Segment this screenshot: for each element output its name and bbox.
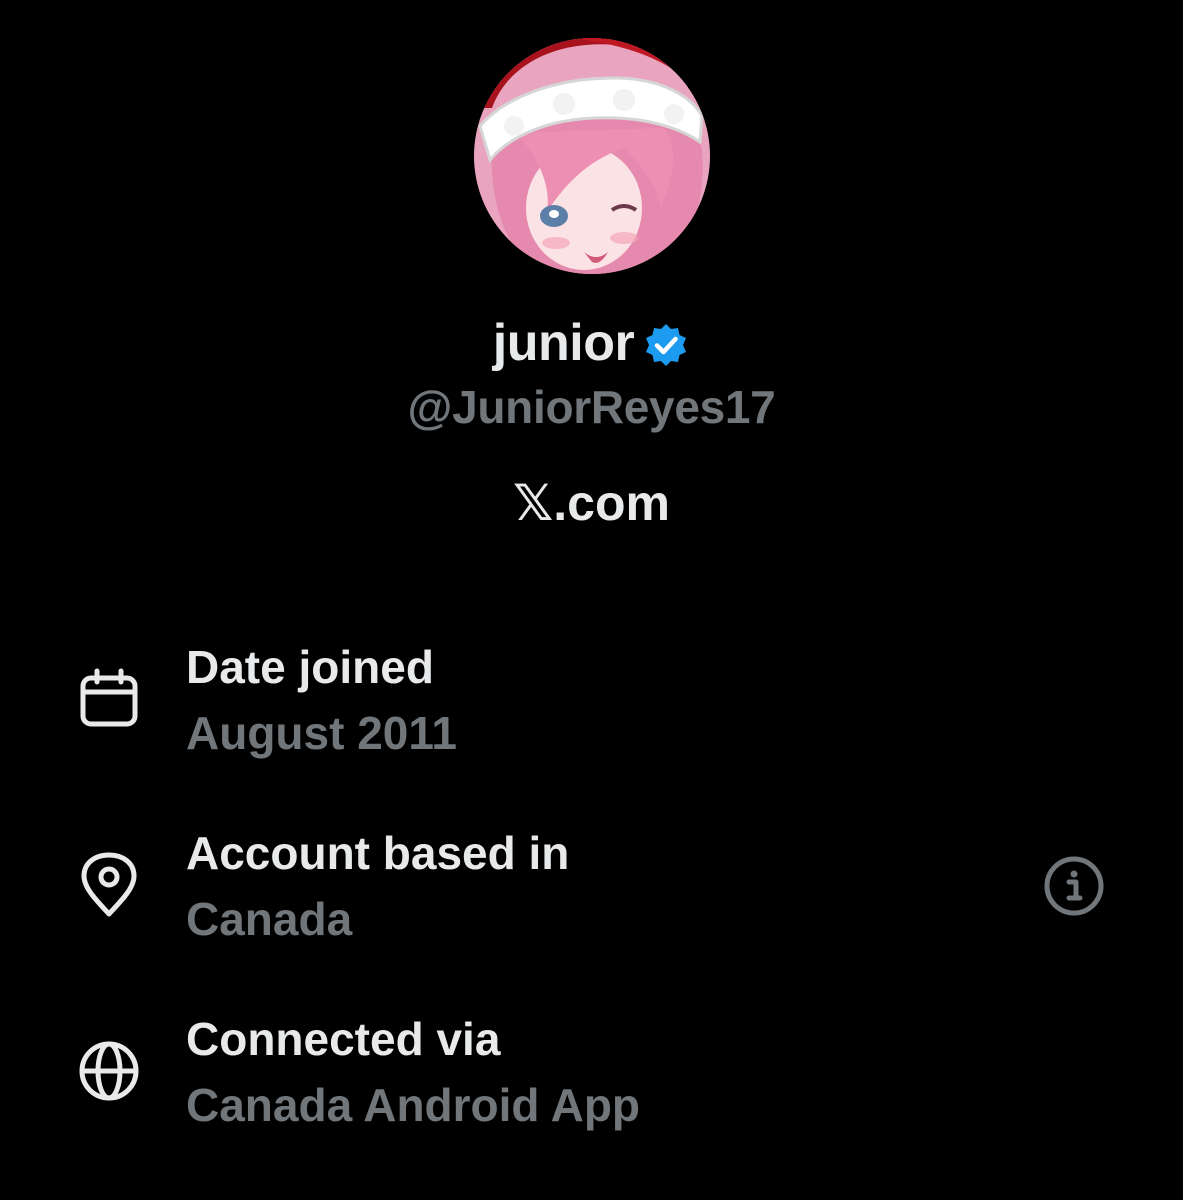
avatar-image [474,38,710,274]
website-link[interactable]: 𝕏.com [0,474,1183,532]
calendar-icon [76,666,142,732]
connected-via-label: Connected via [186,1013,501,1065]
info-row-date-joined: Date joined August 2011 [0,630,1183,780]
name-row: junior [0,305,1183,381]
date-joined-value: August 2011 [186,707,457,759]
date-joined-label: Date joined [186,641,434,693]
avatar[interactable] [474,38,710,274]
account-based-in-value: Canada [186,893,353,945]
verified-badge-icon[interactable] [642,321,690,369]
info-row-account-based-in: Account based in Canada [0,816,1183,966]
account-based-in-label: Account based in [186,827,570,879]
profile-header: junior @JuniorReyes17 𝕏.com [0,0,1183,560]
display-name: junior [492,314,635,372]
location-pin-icon [76,852,142,918]
info-row-connected-via: Connected via Canada Android App [0,1002,1183,1152]
globe-icon [76,1038,142,1104]
connected-via-value: Canada Android App [186,1079,641,1131]
info-icon[interactable] [1042,854,1106,918]
handle: @JuniorReyes17 [407,381,776,433]
